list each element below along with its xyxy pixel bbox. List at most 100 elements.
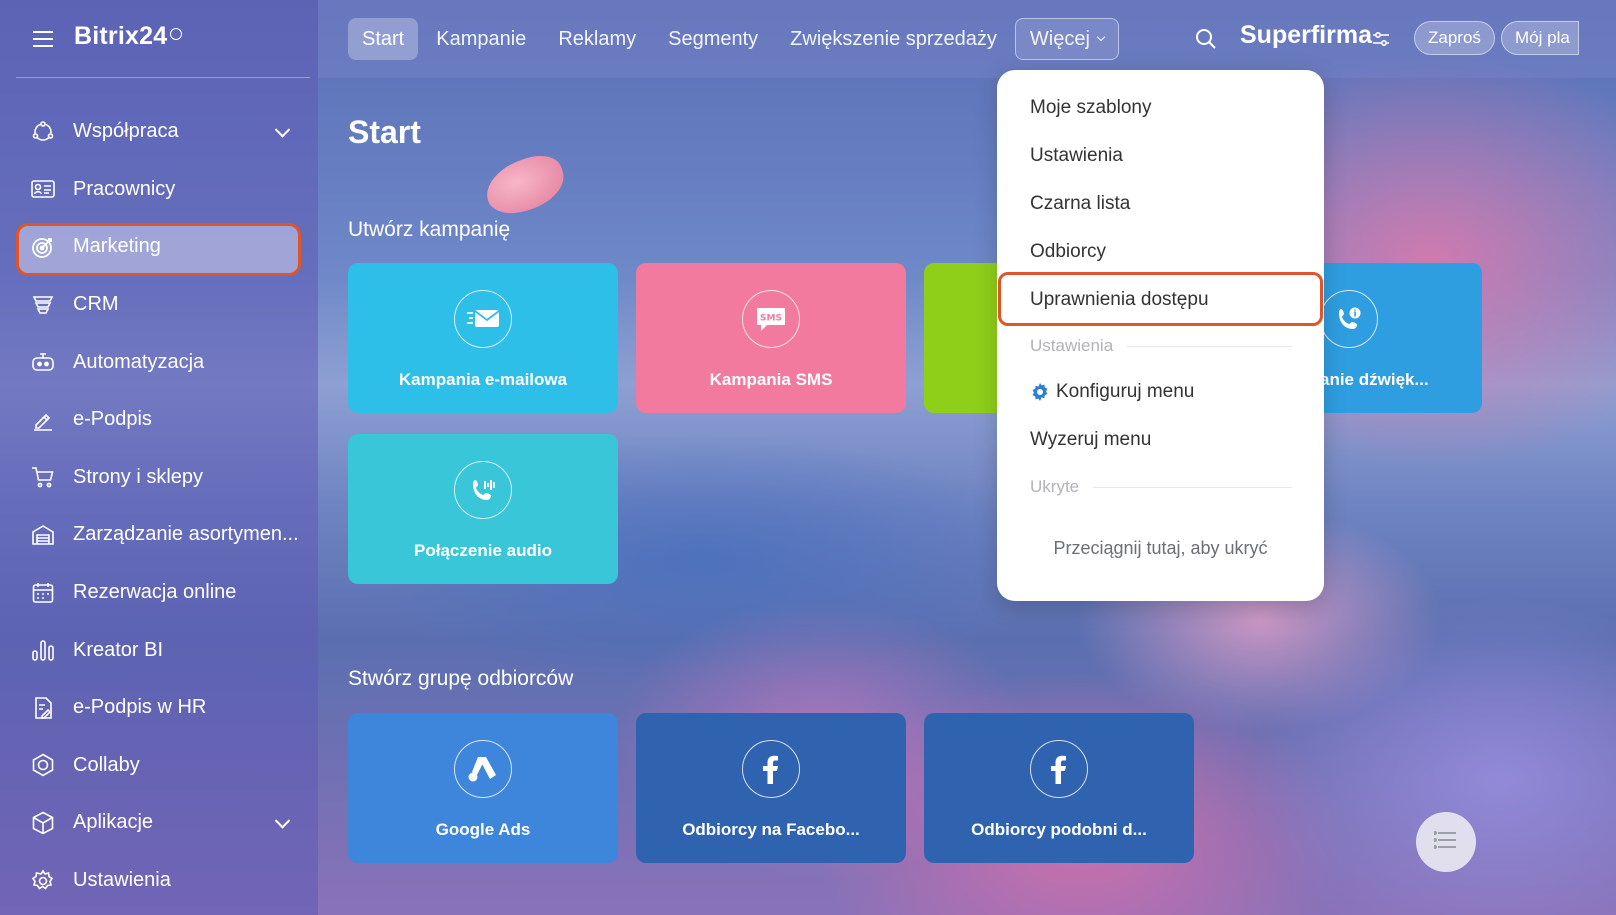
sidebar-item-label: CRM [73,293,119,316]
menu-item-label: Konfiguruj menu [1056,381,1195,402]
create-group-heading: Stwórz grupę odbiorców [348,667,574,690]
sidebar-item-label: Pracownicy [73,177,176,200]
search-icon[interactable] [1195,28,1217,54]
campaign-tile-email[interactable]: Kampania e-mailowa [348,263,618,413]
brand-logo[interactable]: Bitrix24 [74,22,183,51]
sidebar-item-automatyzacja[interactable]: Automatyzacja [0,333,318,391]
menu-item-wyzeruj-menu[interactable]: Wyzeruj menu [1030,429,1151,451]
facebook-icon [1030,740,1088,798]
list-icon [1433,830,1458,854]
tile-label: Odbiorcy na Facebo... [682,820,860,839]
sidebar-item-e-podpis[interactable]: e-Podpis [0,391,318,449]
top-tabs: Start Kampanie Reklamy Segmenty Zwiększe… [348,18,1123,60]
sidebar-item-label: Collaby [73,753,140,776]
cart-icon [31,465,55,489]
hidden-section-separator: Ukryte [1030,477,1292,497]
crm-icon [31,293,55,317]
settings-section-label: Ustawienia [1030,336,1114,355]
company-name[interactable]: Superfirma [1240,21,1372,50]
chevron-down-icon [1096,32,1106,42]
sidebar-item-wspolpraca[interactable]: Współpraca [0,103,318,161]
company-settings-icon[interactable] [1372,31,1390,51]
tile-label: Kampania SMS [709,370,833,389]
chevron-down-icon[interactable] [274,121,291,138]
group-tile-facebook-audience[interactable]: Odbiorcy na Facebo... [636,713,906,863]
sidebar-item-ustawienia[interactable]: Ustawienia [0,852,318,910]
sidebar-item-rezerwacja-online[interactable]: Rezerwacja online [0,564,318,622]
sidebar-item-label: Aplikacje [73,811,154,834]
menu-item-uprawnienia-dostepu[interactable]: Uprawnienia dostępu [1030,289,1209,311]
sidebar-item-marketing[interactable]: Marketing [0,218,318,277]
top-navigation-bar: Start Kampanie Reklamy Segmenty Zwiększe… [318,0,1616,78]
tab-start[interactable]: Start [348,18,419,60]
campaign-tile-hidden[interactable] [924,263,1004,413]
bi-chart-icon [31,638,55,662]
invite-button[interactable]: Zaproś [1414,21,1495,55]
settings-section-separator: Ustawienia [1030,336,1292,356]
sidebar-divider [16,77,310,78]
sidebar-item-label: Współpraca [73,120,179,143]
create-campaign-heading: Utwórz kampanię [348,218,511,241]
gear-icon [1030,382,1050,402]
hr-signature-icon [31,696,55,720]
tab-segmenty[interactable]: Segmenty [654,18,772,60]
left-sidebar: Bitrix24 Współpraca Pracownicy Marketing [0,0,318,915]
chevron-down-icon[interactable] [274,812,291,829]
more-dropdown-menu: Moje szablony Ustawienia Czarna lista Od… [997,70,1324,601]
menu-item-czarna-lista[interactable]: Czarna lista [1030,193,1130,215]
divider-line [1127,345,1292,347]
apps-icon [31,811,55,835]
more-tabs-label: Więcej [1029,27,1090,50]
menu-item-konfiguruj-menu[interactable]: Konfiguruj menu [1030,381,1194,403]
svg-text:SMS: SMS [760,314,782,324]
sidebar-item-e-podpis-hr[interactable]: e-Podpis w HR [0,679,318,737]
sms-icon: SMS [742,290,800,348]
campaign-tile-sms[interactable]: SMS Kampania SMS [636,263,906,413]
e-signature-icon [31,408,55,432]
tab-zwiekszenie-sprzedazy[interactable]: Zwiększenie sprzedaży [776,18,1011,60]
hidden-section-label: Ukryte [1030,477,1080,496]
campaign-tile-voice[interactable]: i anie dźwięk... [1300,263,1482,413]
tab-reklamy[interactable]: Reklamy [544,18,650,60]
audio-call-icon [454,461,512,519]
my-plan-button[interactable]: Mój pla [1501,21,1579,55]
clock-icon [170,28,183,40]
campaign-tile-audio-call[interactable]: Połączenie audio [348,434,618,584]
sidebar-item-kreator-bi[interactable]: Kreator BI [0,621,318,679]
sidebar-item-crm[interactable]: CRM [0,276,318,334]
group-tile-google-ads[interactable]: Google Ads [348,713,618,863]
tile-label: Kampania e-mailowa [398,370,568,389]
email-icon [454,290,512,348]
collaby-icon [31,753,55,777]
sidebar-item-label: Automatyzacja [73,350,205,373]
tile-label: anie dźwięk... [1320,370,1429,389]
sidebar-item-label: Ustawienia [73,869,171,892]
feedback-button[interactable] [1416,812,1476,872]
sidebar-item-collaby[interactable]: Collaby [0,737,318,795]
menu-toggle-icon[interactable] [33,31,53,47]
sidebar-item-label: e-Podpis w HR [73,696,207,719]
sidebar-item-label: Marketing [73,235,161,258]
sidebar-item-aplikacje[interactable]: Aplikacje [0,794,318,852]
page-title: Start [348,114,421,150]
sidebar-item-strony-i-sklepy[interactable]: Strony i sklepy [0,449,318,507]
tile-label: Google Ads [435,820,531,839]
employees-icon [31,177,55,201]
sidebar-item-label: e-Podpis [73,408,152,431]
sidebar-item-pracownicy[interactable]: Pracownicy [0,161,318,219]
menu-item-moje-szablony[interactable]: Moje szablony [1030,97,1151,119]
facebook-icon [742,740,800,798]
brand-name: Bitrix24 [74,22,168,50]
tab-kampanie[interactable]: Kampanie [422,18,540,60]
sidebar-item-zarzadzanie-asortymentem[interactable]: Zarządzanie asortymen... [0,506,318,564]
calendar-icon [31,581,55,605]
tile-label: Odbiorcy podobni d... [971,820,1147,839]
group-tile-facebook-lookalike[interactable]: Odbiorcy podobni d... [924,713,1194,863]
drag-to-hide-zone[interactable]: Przeciągnij tutaj, aby ukryć [997,538,1324,559]
automation-icon [31,350,55,374]
sidebar-item-label: Kreator BI [73,638,164,661]
more-tabs-button[interactable]: Więcej [1014,18,1119,60]
menu-item-odbiorcy[interactable]: Odbiorcy [1030,241,1106,263]
svg-text:i: i [1353,310,1356,320]
menu-item-ustawienia[interactable]: Ustawienia [1030,145,1123,167]
